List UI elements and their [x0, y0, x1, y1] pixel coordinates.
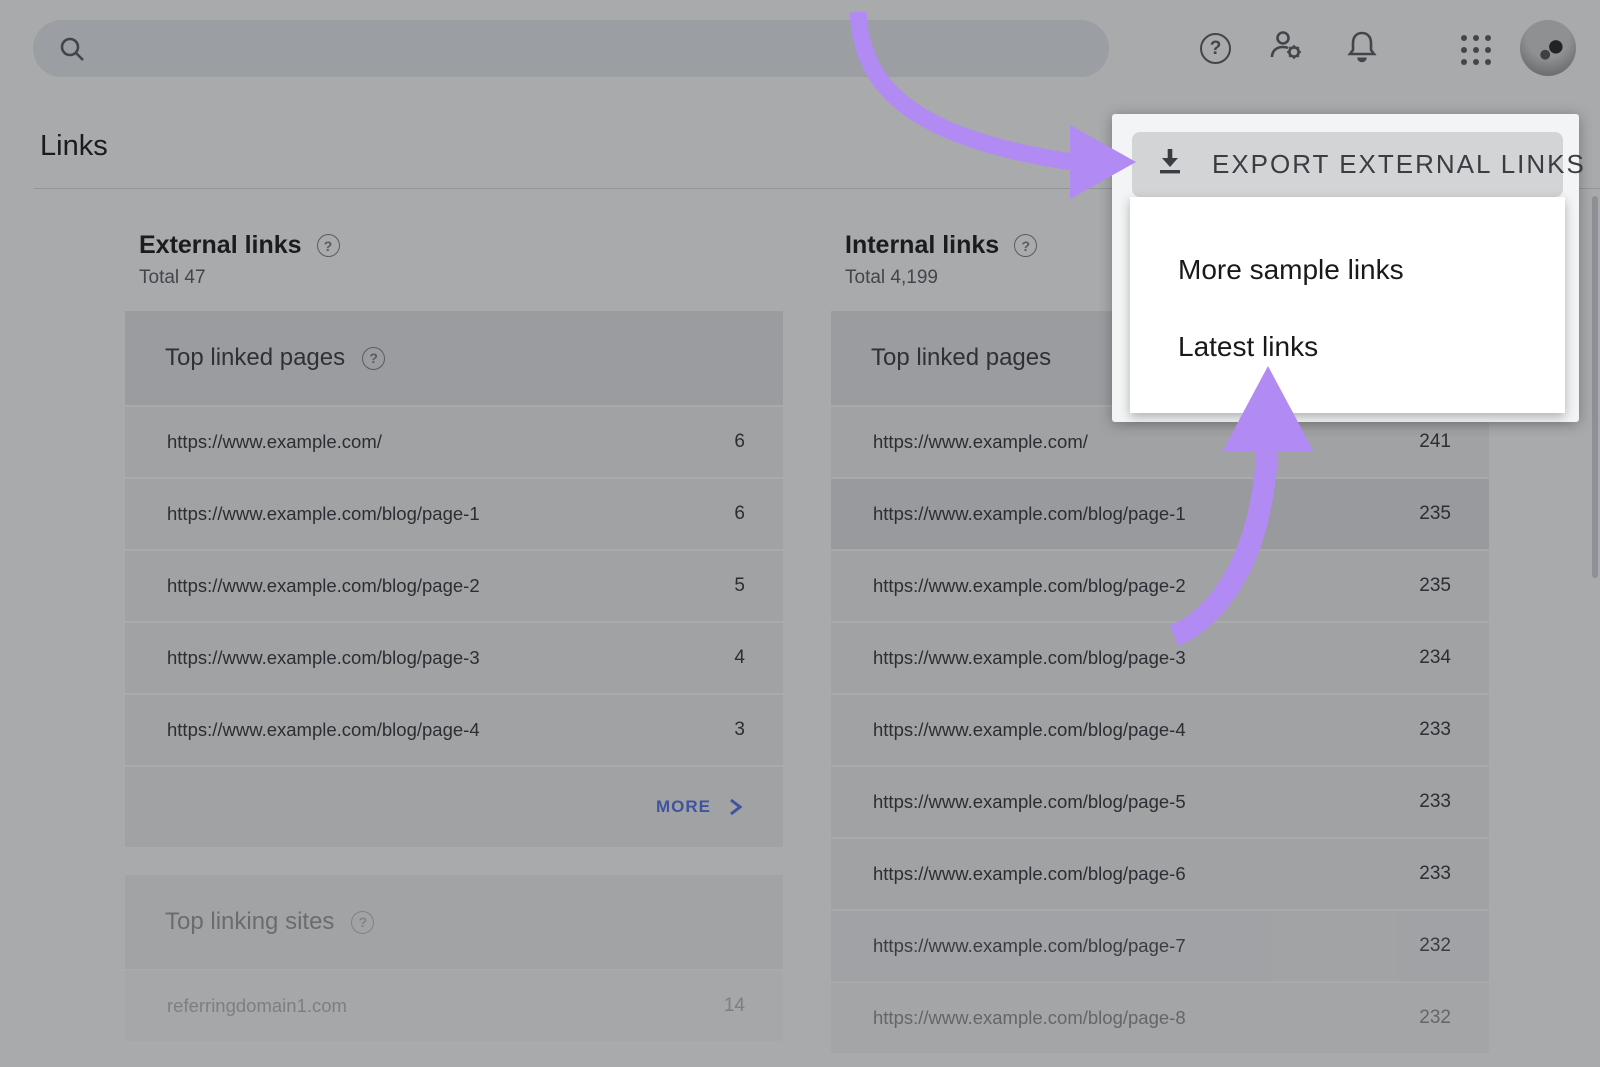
export-button-label: EXPORT EXTERNAL LINKS	[1212, 149, 1586, 180]
export-menu: More sample linksLatest links	[1130, 197, 1565, 413]
export-menu-item[interactable]: Latest links	[1130, 308, 1565, 385]
export-external-links-button[interactable]: EXPORT EXTERNAL LINKS	[1132, 132, 1563, 197]
export-menu-item[interactable]: More sample links	[1130, 231, 1565, 308]
export-dropdown-panel: EXPORT EXTERNAL LINKS More sample linksL…	[1112, 114, 1579, 422]
download-icon	[1154, 145, 1186, 184]
